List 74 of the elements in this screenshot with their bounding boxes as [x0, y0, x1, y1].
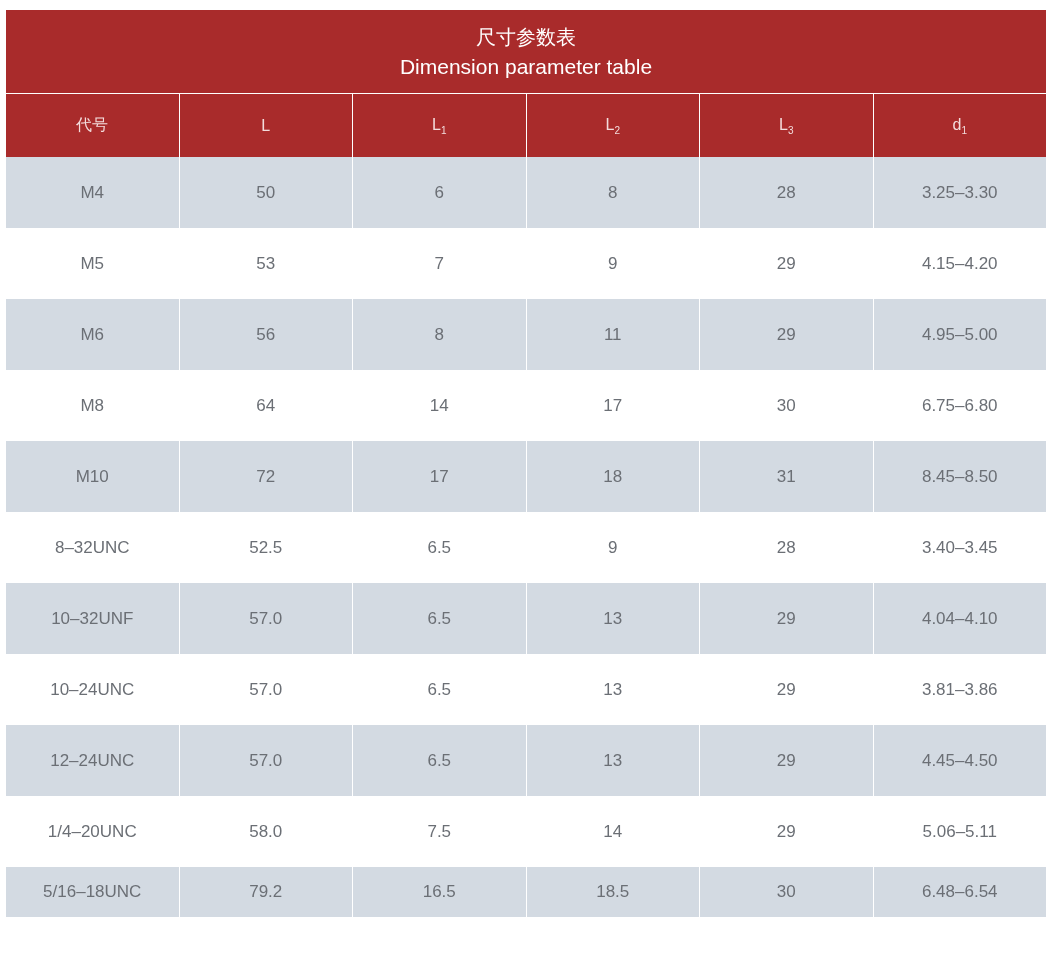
table-title: 尺寸参数表: [475, 24, 577, 51]
column-header: L$_{2}$: [526, 94, 699, 157]
table-cell-text: 7: [433, 252, 445, 275]
table-cell-text: 9: [607, 536, 619, 559]
table-cell: 8: [353, 299, 526, 370]
table-cell-text: 7.5: [426, 820, 453, 843]
table-cell: 16.5: [353, 867, 526, 917]
table-cell: 18: [526, 441, 699, 512]
table-cell-text: 58.0: [248, 820, 284, 843]
table-cell-text: 53: [255, 252, 277, 275]
table-cell: 31: [700, 441, 873, 512]
table-cell-text: 8–32UNC: [53, 536, 131, 559]
table-cell-text: 6.5: [426, 678, 453, 701]
column-header: L$_{1}$: [353, 94, 526, 157]
table-cell-text: 29: [775, 252, 797, 275]
table-cell: M4: [6, 157, 179, 228]
table-cell-text: 52.5: [248, 536, 284, 559]
table-cell-text: 10–24UNC: [49, 678, 136, 701]
table-cell: 57.0: [179, 725, 352, 796]
table-cell: 6.5: [353, 725, 526, 796]
table-cell: 5/16–18UNC: [6, 867, 179, 917]
table-cell: 4.04–4.10: [873, 583, 1046, 654]
table-cell-text: 6.5: [426, 536, 453, 559]
column-header: d$_{1}$: [873, 94, 1046, 157]
table-cell: 50: [179, 157, 352, 228]
table-cell-text: M8: [79, 394, 106, 417]
table-cell-text: 29: [775, 820, 797, 843]
table-cell-text: M5: [79, 252, 106, 275]
table-cell-text: 6.75–6.80: [920, 394, 999, 417]
table-cell: 29: [700, 583, 873, 654]
table-cell: 29: [700, 299, 873, 370]
table-cell-text: 28: [775, 536, 797, 559]
table-cell: 56: [179, 299, 352, 370]
table-cell: 4.95–5.00: [873, 299, 1046, 370]
table-cell: 6.5: [353, 583, 526, 654]
column-header: 代号: [6, 94, 179, 157]
table-cell: 30: [700, 867, 873, 917]
table-cell-text: 57.0: [248, 678, 284, 701]
table-cell: 13: [526, 583, 699, 654]
table-cell-text: 30: [775, 394, 797, 417]
table-cell: 72: [179, 441, 352, 512]
table-cell: M6: [6, 299, 179, 370]
table-cell: 4.45–4.50: [873, 725, 1046, 796]
column-header: L: [179, 94, 352, 157]
table-cell-text: 9: [607, 252, 619, 275]
table-cell: 6: [353, 157, 526, 228]
table-cell: 11: [526, 299, 699, 370]
table-cell-text: 29: [775, 678, 797, 701]
table-cell-text: 17: [602, 394, 624, 417]
table-cell: 13: [526, 725, 699, 796]
table-cell-text: 3.40–3.45: [920, 536, 999, 559]
table-cell: 6.48–6.54: [873, 867, 1046, 917]
table-cell-text: 64: [255, 394, 277, 417]
table-cell-text: 14: [428, 394, 450, 417]
table-cell: 8: [526, 157, 699, 228]
table-cell-text: 3.81–3.86: [920, 678, 999, 701]
table-cell: 10–32UNF: [6, 583, 179, 654]
table-subtitle: Dimension parameter table: [398, 55, 654, 79]
table-cell: 3.25–3.30: [873, 157, 1046, 228]
table-cell: M10: [6, 441, 179, 512]
table-cell: 17: [353, 441, 526, 512]
table-cell: 29: [700, 725, 873, 796]
column-header: L$_{3}$: [700, 94, 873, 157]
table-cell-text: 13: [602, 678, 624, 701]
table-cell: 28: [700, 157, 873, 228]
table-cell: 57.0: [179, 583, 352, 654]
table-cell: 8.45–8.50: [873, 441, 1046, 512]
table-cell-text: 1/4–20UNC: [46, 820, 138, 843]
table-cell-text: 14: [602, 820, 624, 843]
table-cell-text: 4.15–4.20: [920, 252, 999, 275]
table-cell: 79.2: [179, 867, 352, 917]
table-cell-text: 5.06–5.11: [921, 820, 998, 843]
table-cell: 12–24UNC: [6, 725, 179, 796]
table-cell: 18.5: [526, 867, 699, 917]
